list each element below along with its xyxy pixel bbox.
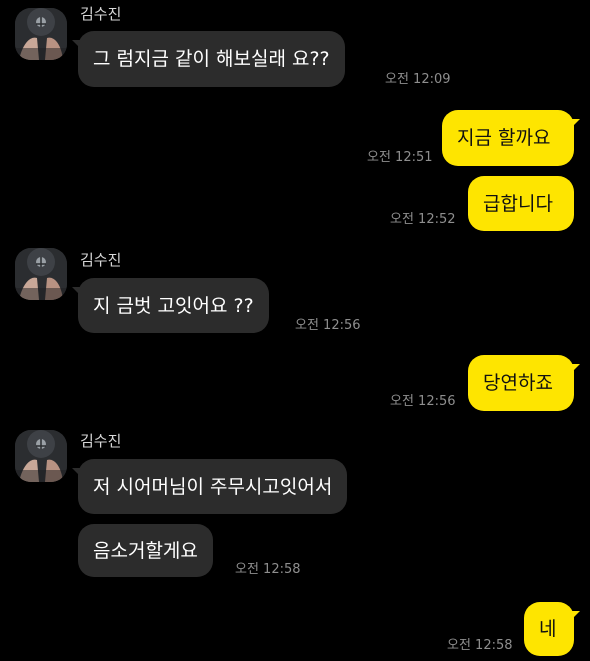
message-bubble[interactable]: 네	[524, 602, 580, 656]
message-time: 오전 12:52	[390, 212, 456, 227]
message-text: 지 금벗 고잇어요 ??	[93, 295, 254, 317]
message-text: 저 시어머님이 주무시고잇어서	[93, 476, 333, 498]
profile-photo-icon	[15, 430, 67, 482]
message-bubble[interactable]: 당연하죠	[468, 355, 580, 411]
message-bubble[interactable]: 지 금벗 고잇어요 ??	[72, 278, 269, 333]
message-time: 오전 12:56	[295, 318, 361, 333]
profile-photo-icon	[15, 248, 67, 300]
message-time: 오전 12:56	[390, 394, 456, 409]
message-text: 당연하죠	[483, 372, 553, 394]
message-bubble[interactable]: 급합니다	[468, 176, 574, 231]
message-text: 지금 할까요	[457, 127, 551, 149]
message-bubble[interactable]: 그 럼지금 같이 해보실래 요??	[72, 31, 345, 87]
sender-name: 김수진	[80, 432, 122, 450]
message-text: 급합니다	[483, 193, 553, 215]
sender-name: 김수진	[80, 5, 122, 23]
chat-room: 김수진 그 럼지금 같이 해보실래 요?? 오전 12:09 지금 할까요 오전…	[0, 0, 590, 661]
message-text: 음소거할게요	[93, 540, 198, 562]
profile-photo-icon	[15, 8, 67, 60]
message-time: 오전 12:58	[447, 638, 513, 653]
message-text: 그 럼지금 같이 해보실래 요??	[93, 48, 330, 70]
message-time: 오전 12:09	[385, 72, 451, 87]
message-time: 오전 12:58	[235, 562, 301, 577]
avatar[interactable]	[15, 430, 67, 482]
message-bubble[interactable]: 지금 할까요	[442, 110, 580, 166]
avatar[interactable]	[15, 248, 67, 300]
message-text: 네	[539, 618, 557, 640]
sender-name: 김수진	[80, 251, 122, 269]
avatar[interactable]	[15, 8, 67, 60]
message-bubble[interactable]: 음소거할게요	[78, 524, 213, 577]
message-bubble[interactable]: 저 시어머님이 주무시고잇어서	[71, 459, 348, 514]
message-time: 오전 12:51	[367, 150, 433, 165]
